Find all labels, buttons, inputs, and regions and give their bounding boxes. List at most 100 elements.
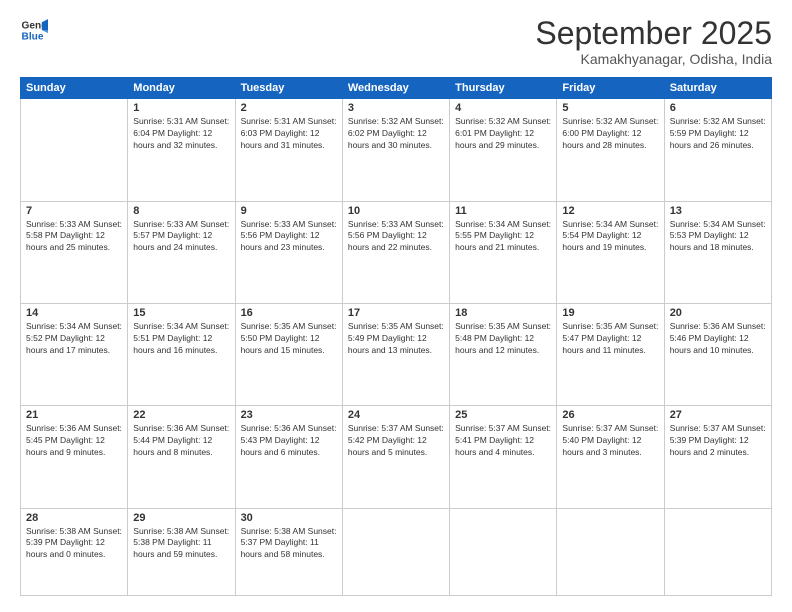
table-row xyxy=(557,508,664,595)
calendar-week-4: 28Sunrise: 5:38 AM Sunset: 5:39 PM Dayli… xyxy=(21,508,772,595)
day-info: Sunrise: 5:37 AM Sunset: 5:41 PM Dayligh… xyxy=(455,423,551,459)
table-row: 8 Sunrise: 5:33 AM Sunset: 5:57 PM Daylig… xyxy=(128,201,235,303)
table-row: 30 Sunrise: 5:38 AM Sunset: 5:37 PM Dayli… xyxy=(235,508,342,595)
day-info: Sunrise: 5:38 AM Sunset: 5:37 PM Dayligh… xyxy=(241,526,337,562)
table-row: 14 Sunrise: 5:34 AM Sunset: 5:52 PM Dayli… xyxy=(21,303,128,405)
table-row xyxy=(664,508,771,595)
day-info: Sunrise: 5:34 AM Sunset: 5:55 PM Dayligh… xyxy=(455,219,551,255)
day-number: 24 xyxy=(348,409,444,421)
day-number: 4 xyxy=(455,102,551,114)
header-saturday: Saturday xyxy=(664,78,771,99)
calendar-week-1: 7 Sunrise: 5:33 AM Sunset: 5:58 PM Daylig… xyxy=(21,201,772,303)
day-number: 6 xyxy=(670,102,766,114)
day-info: Sunrise: 5:35 AM Sunset: 5:49 PM Dayligh… xyxy=(348,321,444,357)
day-number: 7 xyxy=(26,205,122,217)
table-row: 18 Sunrise: 5:35 AM Sunset: 5:48 PM Dayli… xyxy=(450,303,557,405)
day-number: 1 xyxy=(133,102,229,114)
day-info: Sunrise: 5:36 AM Sunset: 5:44 PM Dayligh… xyxy=(133,423,229,459)
day-number: 18 xyxy=(455,307,551,319)
day-number: 15 xyxy=(133,307,229,319)
day-info: Sunrise: 5:34 AM Sunset: 5:53 PM Dayligh… xyxy=(670,219,766,255)
table-row: 6 Sunrise: 5:32 AM Sunset: 5:59 PM Daylig… xyxy=(664,99,771,201)
day-info: Sunrise: 5:34 AM Sunset: 5:52 PM Dayligh… xyxy=(26,321,122,357)
day-number: 21 xyxy=(26,409,122,421)
day-info: Sunrise: 5:35 AM Sunset: 5:48 PM Dayligh… xyxy=(455,321,551,357)
header-sunday: Sunday xyxy=(21,78,128,99)
table-row: 3Sunrise: 5:32 AM Sunset: 6:02 PM Daylig… xyxy=(342,99,449,201)
table-row: 28Sunrise: 5:38 AM Sunset: 5:39 PM Dayli… xyxy=(21,508,128,595)
day-number: 8 xyxy=(133,205,229,217)
day-info: Sunrise: 5:38 AM Sunset: 5:38 PM Dayligh… xyxy=(133,526,229,562)
day-number: 3 xyxy=(348,102,444,114)
table-row: 29Sunrise: 5:38 AM Sunset: 5:38 PM Dayli… xyxy=(128,508,235,595)
day-number: 11 xyxy=(455,205,551,217)
day-info: Sunrise: 5:34 AM Sunset: 5:51 PM Dayligh… xyxy=(133,321,229,357)
calendar-week-0: 1 Sunrise: 5:31 AM Sunset: 6:04 PM Daylig… xyxy=(21,99,772,201)
month-title: September 2025 xyxy=(535,16,772,51)
table-row: 11 Sunrise: 5:34 AM Sunset: 5:55 PM Dayli… xyxy=(450,201,557,303)
header: General Blue September 2025 Kamakhyanaga… xyxy=(20,16,772,67)
day-number: 13 xyxy=(670,205,766,217)
day-info: Sunrise: 5:36 AM Sunset: 5:45 PM Dayligh… xyxy=(26,423,122,459)
table-row: 26Sunrise: 5:37 AM Sunset: 5:40 PM Dayli… xyxy=(557,406,664,508)
day-info: Sunrise: 5:31 AM Sunset: 6:04 PM Dayligh… xyxy=(133,116,229,152)
table-row xyxy=(342,508,449,595)
table-row: 24 Sunrise: 5:37 AM Sunset: 5:42 PM Dayli… xyxy=(342,406,449,508)
table-row: 15 Sunrise: 5:34 AM Sunset: 5:51 PM Dayli… xyxy=(128,303,235,405)
header-row: Sunday Monday Tuesday Wednesday Thursday… xyxy=(21,78,772,99)
calendar-table: Sunday Monday Tuesday Wednesday Thursday… xyxy=(20,77,772,596)
day-number: 19 xyxy=(562,307,658,319)
day-info: Sunrise: 5:35 AM Sunset: 5:50 PM Dayligh… xyxy=(241,321,337,357)
day-info: Sunrise: 5:37 AM Sunset: 5:39 PM Dayligh… xyxy=(670,423,766,459)
table-row: 25Sunrise: 5:37 AM Sunset: 5:41 PM Dayli… xyxy=(450,406,557,508)
day-number: 20 xyxy=(670,307,766,319)
table-row: 1 Sunrise: 5:31 AM Sunset: 6:04 PM Daylig… xyxy=(128,99,235,201)
table-row: 20 Sunrise: 5:36 AM Sunset: 5:46 PM Dayli… xyxy=(664,303,771,405)
day-number: 12 xyxy=(562,205,658,217)
day-info: Sunrise: 5:36 AM Sunset: 5:46 PM Dayligh… xyxy=(670,321,766,357)
table-row: 21 Sunrise: 5:36 AM Sunset: 5:45 PM Dayli… xyxy=(21,406,128,508)
table-row: 4Sunrise: 5:32 AM Sunset: 6:01 PM Daylig… xyxy=(450,99,557,201)
table-row: 12 Sunrise: 5:34 AM Sunset: 5:54 PM Dayli… xyxy=(557,201,664,303)
day-number: 9 xyxy=(241,205,337,217)
table-row: 23Sunrise: 5:36 AM Sunset: 5:43 PM Dayli… xyxy=(235,406,342,508)
logo-icon: General Blue xyxy=(20,16,48,44)
day-info: Sunrise: 5:37 AM Sunset: 5:42 PM Dayligh… xyxy=(348,423,444,459)
day-info: Sunrise: 5:33 AM Sunset: 5:58 PM Dayligh… xyxy=(26,219,122,255)
day-info: Sunrise: 5:33 AM Sunset: 5:56 PM Dayligh… xyxy=(241,219,337,255)
header-thursday: Thursday xyxy=(450,78,557,99)
table-row: 9 Sunrise: 5:33 AM Sunset: 5:56 PM Daylig… xyxy=(235,201,342,303)
day-info: Sunrise: 5:34 AM Sunset: 5:54 PM Dayligh… xyxy=(562,219,658,255)
calendar-week-2: 14 Sunrise: 5:34 AM Sunset: 5:52 PM Dayli… xyxy=(21,303,772,405)
day-info: Sunrise: 5:35 AM Sunset: 5:47 PM Dayligh… xyxy=(562,321,658,357)
day-info: Sunrise: 5:37 AM Sunset: 5:40 PM Dayligh… xyxy=(562,423,658,459)
day-info: Sunrise: 5:32 AM Sunset: 5:59 PM Dayligh… xyxy=(670,116,766,152)
svg-text:Blue: Blue xyxy=(22,31,44,42)
table-row: 7 Sunrise: 5:33 AM Sunset: 5:58 PM Daylig… xyxy=(21,201,128,303)
header-friday: Friday xyxy=(557,78,664,99)
table-row xyxy=(450,508,557,595)
table-row: 19 Sunrise: 5:35 AM Sunset: 5:47 PM Dayli… xyxy=(557,303,664,405)
location: Kamakhyanagar, Odisha, India xyxy=(535,51,772,67)
page: General Blue September 2025 Kamakhyanaga… xyxy=(0,0,792,612)
title-block: September 2025 Kamakhyanagar, Odisha, In… xyxy=(535,16,772,67)
day-number: 2 xyxy=(241,102,337,114)
calendar-week-3: 21 Sunrise: 5:36 AM Sunset: 5:45 PM Dayli… xyxy=(21,406,772,508)
day-number: 16 xyxy=(241,307,337,319)
logo: General Blue xyxy=(20,16,48,44)
table-row xyxy=(21,99,128,201)
day-info: Sunrise: 5:31 AM Sunset: 6:03 PM Dayligh… xyxy=(241,116,337,152)
day-info: Sunrise: 5:32 AM Sunset: 6:00 PM Dayligh… xyxy=(562,116,658,152)
day-info: Sunrise: 5:38 AM Sunset: 5:39 PM Dayligh… xyxy=(26,526,122,562)
table-row: 27Sunrise: 5:37 AM Sunset: 5:39 PM Dayli… xyxy=(664,406,771,508)
table-row: 16 Sunrise: 5:35 AM Sunset: 5:50 PM Dayli… xyxy=(235,303,342,405)
table-row: 17 Sunrise: 5:35 AM Sunset: 5:49 PM Dayli… xyxy=(342,303,449,405)
day-info: Sunrise: 5:33 AM Sunset: 5:57 PM Dayligh… xyxy=(133,219,229,255)
day-number: 17 xyxy=(348,307,444,319)
table-row: 2 Sunrise: 5:31 AM Sunset: 6:03 PM Daylig… xyxy=(235,99,342,201)
day-number: 14 xyxy=(26,307,122,319)
day-info: Sunrise: 5:36 AM Sunset: 5:43 PM Dayligh… xyxy=(241,423,337,459)
table-row: 22Sunrise: 5:36 AM Sunset: 5:44 PM Dayli… xyxy=(128,406,235,508)
day-number: 30 xyxy=(241,512,337,524)
table-row: 5Sunrise: 5:32 AM Sunset: 6:00 PM Daylig… xyxy=(557,99,664,201)
